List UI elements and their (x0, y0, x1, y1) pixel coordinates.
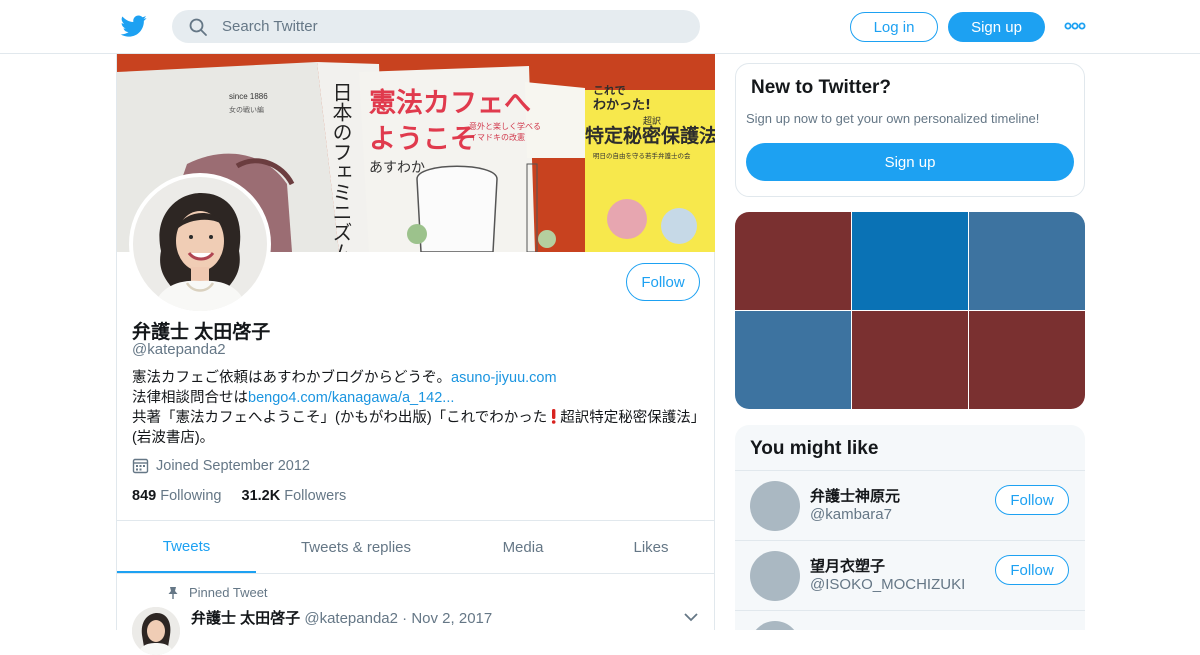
bio-link-bengo4[interactable]: bengo4.com/kanagawa/a_142... (248, 390, 454, 406)
you-might-like-title: You might like (750, 438, 879, 459)
new-to-twitter-title: New to Twitter? (751, 77, 892, 98)
avatar-photo (133, 177, 267, 311)
search-icon (189, 18, 207, 36)
tweet-author-handle[interactable]: @katepanda2 (304, 610, 398, 627)
suggestion-avatar[interactable] (750, 621, 800, 630)
tweet-avatar[interactable] (132, 607, 180, 655)
followers-label: Followers (284, 488, 347, 504)
suggestion-handle[interactable]: @kambara7 (810, 506, 892, 523)
profile-column: since 1886 女の戦い編 日本のフェミニズム 憲法カフェへ ようこそ 意… (116, 54, 715, 655)
media-thumbnail[interactable] (735, 311, 851, 409)
banner-book1-sub: 女の戦い編 (229, 105, 264, 114)
media-thumbnail[interactable] (852, 311, 968, 409)
profile-handle[interactable]: @katepanda2 (132, 341, 226, 358)
suggestion-item-partial[interactable] (735, 610, 1085, 630)
tweet-avatar-photo (132, 607, 180, 655)
pinned-label-text: Pinned Tweet (189, 585, 268, 600)
followers-stat[interactable]: 31.2K Followers (242, 488, 347, 504)
suggestion-handle[interactable]: @ISOKO_MOCHIZUKI (810, 576, 965, 593)
suggestion-avatar[interactable] (750, 551, 800, 601)
joined-text: Joined September 2012 (156, 457, 310, 474)
tab-likes[interactable]: Likes (611, 521, 691, 573)
profile-stats: 849 Following 31.2K Followers (132, 488, 346, 504)
banner-book2-author: あすわか (369, 160, 425, 176)
bio-line2-text: 法律相談問合せは (132, 389, 248, 406)
tab-tweets[interactable]: Tweets (117, 521, 256, 573)
profile-avatar[interactable] (129, 173, 271, 315)
banner-book2-sub1: 意外と楽しく学べる (469, 121, 541, 131)
pinned-tweet-label: Pinned Tweet (167, 585, 268, 600)
banner-book3-sub: 明日の自由を守る若手弁護士の会 (593, 151, 691, 160)
media-thumbnail[interactable] (969, 311, 1085, 409)
search-bar[interactable] (172, 10, 700, 43)
follow-button[interactable]: Follow (626, 263, 700, 301)
banner-book1-small: since 1886 (229, 92, 268, 101)
following-label: Following (160, 488, 222, 504)
chevron-down-icon[interactable] (683, 611, 699, 623)
suggestion-item[interactable]: 望月衣塑子 @ISOKO_MOCHIZUKI Follow (735, 540, 1085, 610)
banner-book3-top2: わかった! (593, 98, 651, 113)
bio-link-asuno[interactable]: asuno-jiyuu.com (451, 370, 557, 386)
sidebar-signup-button[interactable]: Sign up (746, 143, 1074, 181)
tweet-author-name[interactable]: 弁護士 太田啓子 (191, 610, 300, 627)
media-thumbnail[interactable] (852, 212, 968, 310)
login-button[interactable]: Log in (850, 12, 938, 42)
joined-date: Joined September 2012 (132, 457, 310, 474)
profile-tabs: Tweets Tweets & replies Media Likes (117, 520, 715, 574)
exclamation-icon (552, 409, 556, 424)
top-navigation-bar: Log in Sign up (0, 0, 1200, 54)
suggestion-name[interactable]: 弁護士神原元 (810, 485, 900, 506)
profile-name: 弁護士 太田啓子 (132, 322, 271, 343)
following-count: 849 (132, 488, 157, 504)
media-thumbnail[interactable] (969, 212, 1085, 310)
more-dots-icon[interactable] (1064, 20, 1086, 32)
followers-count: 31.2K (241, 488, 281, 504)
signup-button[interactable]: Sign up (948, 12, 1045, 42)
banner-book3-title: 特定秘密保護法 (585, 124, 715, 147)
tweet-date[interactable]: Nov 2, 2017 (411, 610, 492, 627)
following-stat[interactable]: 849 Following (132, 488, 221, 504)
banner-book1-vertical: 日本のフェミニズム (329, 82, 353, 252)
media-grid (735, 212, 1085, 409)
twitter-bird-icon[interactable] (120, 13, 148, 39)
tab-media[interactable]: Media (479, 521, 567, 573)
banner-book2-title1: 憲法カフェへ (369, 87, 531, 119)
media-thumbnail[interactable] (735, 212, 851, 310)
banner-book2-sub2: イマドキの改憲 (469, 132, 525, 142)
new-to-twitter-desc: Sign up now to get your own personalized… (746, 111, 1040, 126)
search-input[interactable] (222, 10, 682, 43)
suggestion-follow-button[interactable]: Follow (995, 485, 1069, 515)
tweet-separator: · (402, 610, 408, 627)
banner-book3-top1: これで (593, 84, 626, 97)
bio-line3-text: 共著「憲法カフェへようこそ」(かもがわ出版)「これでわかった (132, 410, 548, 426)
you-might-like-panel: You might like 弁護士神原元 @kambara7 Follow 望… (735, 425, 1085, 630)
profile-bio: 憲法カフェご依頼はあすわかブログからどうぞ。asuno-jiyuu.com 法律… (132, 369, 702, 448)
tab-tweets-replies[interactable]: Tweets & replies (281, 521, 431, 573)
suggestion-item[interactable]: 弁護士神原元 @kambara7 Follow (735, 470, 1085, 540)
suggestion-follow-button[interactable]: Follow (995, 555, 1069, 585)
calendar-icon (132, 458, 149, 474)
suggestion-name[interactable]: 望月衣塑子 (810, 555, 885, 576)
bio-line1-text: 憲法カフェご依頼はあすわかブログからどうぞ。 (132, 370, 451, 386)
tweet-header: 弁護士 太田啓子 @katepanda2 · Nov 2, 2017 (191, 607, 492, 628)
new-to-twitter-card: New to Twitter? Sign up now to get your … (735, 63, 1085, 197)
suggestion-avatar[interactable] (750, 481, 800, 531)
banner-book2-title2: ようこそ (369, 124, 477, 155)
pin-icon (168, 586, 178, 599)
